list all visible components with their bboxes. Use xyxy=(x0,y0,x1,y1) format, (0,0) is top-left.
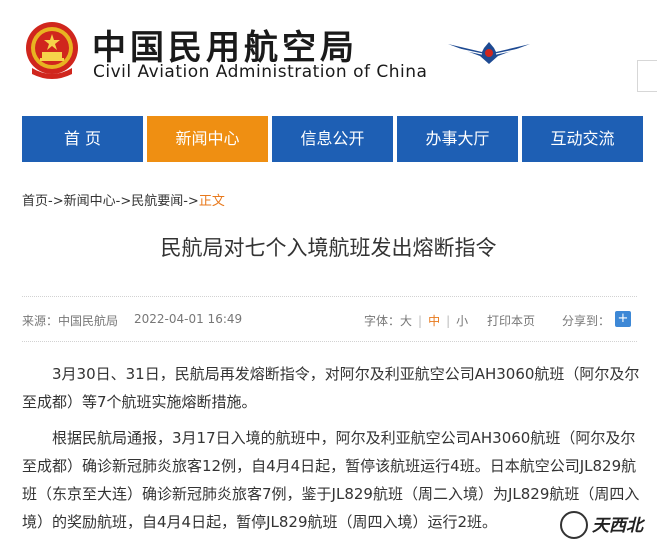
share-label: 分享到： xyxy=(562,314,611,328)
share-plus-icon[interactable]: + xyxy=(615,311,631,327)
article-meta: 来源：中国民航局 2022-04-01 16:49 字体：大 | 中 | 小 打印本页 … xyxy=(22,296,637,342)
article-title: 民航局对七个入境航班发出熔断指令 xyxy=(160,236,497,260)
breadcrumb-separator: -> xyxy=(183,194,199,209)
nav-item-info[interactable]: 信息公开 xyxy=(272,116,393,162)
article-source: 来源：中国民航局 xyxy=(22,314,119,328)
breadcrumb-section[interactable]: 民航要闻 xyxy=(131,194,183,209)
watermark-text: 天西北 xyxy=(592,516,646,536)
nav-item-news[interactable]: 新闻中心 xyxy=(147,116,268,162)
print-page-link[interactable]: 打印本页 xyxy=(487,312,535,329)
article-time: 2022-04-01 16:49 xyxy=(134,312,243,326)
nav-item-services[interactable]: 办事大厅 xyxy=(397,116,518,162)
breadcrumb-current: 正文 xyxy=(198,194,225,209)
watermark-logo-icon: 天西北 xyxy=(558,505,657,545)
font-size-small-button[interactable]: 小 xyxy=(456,314,468,328)
font-size-label: 字体： xyxy=(364,314,401,328)
site-header: 中国民用航空局 Civil Aviation Administration of… xyxy=(0,0,657,108)
font-size-control: 字体：大 | 中 | 小 xyxy=(364,314,469,328)
article-paragraph: 根据民航局通报，3月17日入境的航班中，阿尔及利亚航空公司AH3060航班（阿尔… xyxy=(22,429,640,531)
national-emblem-icon xyxy=(26,22,78,79)
article-body: 3月30日、31日，民航局再发熔断指令，对阿尔及利亚航空公司AH3060航班（阿… xyxy=(22,360,640,544)
breadcrumb-separator: -> xyxy=(48,194,64,209)
search-input[interactable] xyxy=(637,60,657,92)
nav-item-interaction[interactable]: 互动交流 xyxy=(522,116,643,162)
breadcrumb-separator: -> xyxy=(115,194,132,209)
font-size-large-button[interactable]: 大 xyxy=(400,314,412,328)
caac-wings-logo-icon xyxy=(448,42,530,64)
article-paragraph: 3月30日、31日，民航局再发熔断指令，对阿尔及利亚航空公司AH3060航班（阿… xyxy=(22,365,640,411)
breadcrumb: 首页->新闻中心->民航要闻->正文 xyxy=(22,190,225,209)
main-nav: 首 页 新闻中心 信息公开 办事大厅 互动交流 xyxy=(0,116,657,162)
font-size-medium-button[interactable]: 中 xyxy=(428,314,440,328)
breadcrumb-news[interactable]: 新闻中心 xyxy=(64,194,116,209)
site-title-en: Civil Aviation Administration of China xyxy=(93,62,428,82)
breadcrumb-home[interactable]: 首页 xyxy=(22,194,48,209)
nav-item-home[interactable]: 首 页 xyxy=(22,116,143,162)
